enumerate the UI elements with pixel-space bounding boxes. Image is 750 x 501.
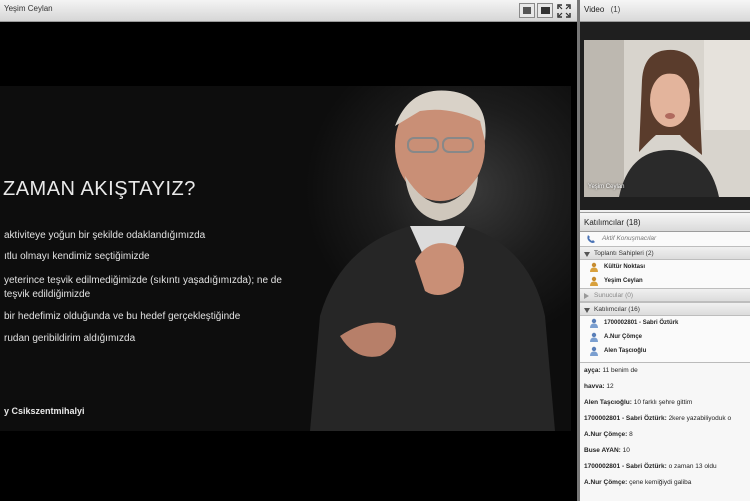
chevron-right-icon xyxy=(584,293,589,299)
participant-name: Alen Taşcıoğlu xyxy=(604,348,647,354)
webcam-feed[interactable] xyxy=(584,40,750,197)
chat-message: 1700002801 - Sabri Öztürk: o zaman 13 ol… xyxy=(580,459,750,475)
chat-sender: A.Nur Çömçe: xyxy=(584,431,628,438)
active-talkers-label: Aktif Konuşmacılar xyxy=(602,235,657,242)
host-item[interactable]: Yeşim Ceylan xyxy=(580,274,750,288)
attendees-title: Katılımcılar xyxy=(584,218,625,227)
presenters-group[interactable]: Sunucular (0) xyxy=(580,288,750,302)
chat-sender: 1700002801 - Sabri Öztürk: xyxy=(584,415,667,422)
chevron-down-icon xyxy=(584,308,590,313)
chat-text: 12 xyxy=(606,383,614,390)
slide-author: y Csikszentmihalyi xyxy=(4,406,85,416)
chat-text: 8 xyxy=(629,431,633,438)
slide-bullet: rudan geribildirim aldığımızda xyxy=(4,333,136,344)
video-count: (1) xyxy=(610,5,621,14)
user-icon xyxy=(590,332,598,342)
share-pane: Yeşim Ceylan ZAMAN AKIŞTAYIZ? aktiviteye… xyxy=(0,0,577,501)
participant-item[interactable]: A.Nur Çömçe xyxy=(580,330,750,344)
video-area: Yeşim Ceylan xyxy=(580,22,750,210)
hosts-group-label: Toplantı Sahipleri (2) xyxy=(594,250,654,257)
participants-group-label: Katılımcılar (16) xyxy=(594,306,640,313)
presenters-group-label: Sunucular (0) xyxy=(594,292,634,299)
speaker-photo xyxy=(300,86,571,431)
host-name: Kültür Noktası xyxy=(604,264,646,270)
hosts-group[interactable]: Toplantı Sahipleri (2) xyxy=(580,246,750,260)
attendees-header: Katılımcılar (18) xyxy=(580,212,750,232)
chat-text: 10 xyxy=(622,447,630,454)
expand-icon[interactable] xyxy=(557,4,571,18)
slide-bullet: teşvik edildiğimizde xyxy=(4,289,91,300)
host-name: Yeşim Ceylan xyxy=(604,278,643,284)
slide-bullet: yeterince teşvik edilmediğimizde (sıkınt… xyxy=(4,275,282,286)
chevron-down-icon xyxy=(584,252,590,257)
chat-sender: A.Nur Çömçe: xyxy=(584,479,628,486)
participant-name: A.Nur Çömçe xyxy=(604,334,643,340)
slide-bullet: ıtlu olmayı kendimiz seçtiğimizde xyxy=(4,251,150,262)
participant-name: 1700002801 - Sabri Öztürk xyxy=(604,320,679,326)
chat-message: 1700002801 - Sabri Öztürk: 2kere yazabil… xyxy=(580,411,750,427)
active-talkers-row: Aktif Konuşmacılar xyxy=(580,232,750,246)
host-item[interactable]: Kültür Noktası xyxy=(580,260,750,274)
chat-message: ayça: 11 benim de xyxy=(580,363,750,379)
share-title: Yeşim Ceylan xyxy=(4,4,53,13)
chat-sender: ayça: xyxy=(584,367,601,374)
participant-item[interactable]: Alen Taşcıoğlu xyxy=(580,344,750,358)
share-pane-header: Yeşim Ceylan xyxy=(0,0,577,22)
chat-message: havva: 12 xyxy=(580,379,750,395)
side-panel: Video (1) Yeşim Ceylan Katılımcılar (18)… xyxy=(577,0,750,501)
host-icon xyxy=(590,262,598,272)
chat-text: 2kere yazabiliyoduk o xyxy=(668,415,732,422)
chat-message: A.Nur Çömçe: 8 xyxy=(580,427,750,443)
attendee-list: Aktif Konuşmacılar Toplantı Sahipleri (2… xyxy=(580,232,750,362)
participants-group[interactable]: Katılımcılar (16) xyxy=(580,302,750,316)
video-name-label: Yeşim Ceylan xyxy=(588,184,625,190)
presentation-slide: ZAMAN AKIŞTAYIZ? aktiviteye yoğun bir şe… xyxy=(0,86,571,431)
fullscreen-icon[interactable] xyxy=(537,3,553,18)
participant-item[interactable]: 1700002801 - Sabri Öztürk xyxy=(580,316,750,330)
phone-icon xyxy=(587,235,595,243)
video-panel-title: Video xyxy=(584,5,605,14)
chat-sender: havva: xyxy=(584,383,605,390)
slide-bullet: bir hedefimiz olduğunda ve bu hedef gerç… xyxy=(4,311,241,322)
meeting-window: Yeşim Ceylan ZAMAN AKIŞTAYIZ? aktiviteye… xyxy=(0,0,750,501)
chat-panel[interactable]: ayça: 11 benim de havva: 12 Alen Taşcıoğ… xyxy=(580,362,750,501)
chat-sender: 1700002801 - Sabri Öztürk: xyxy=(584,463,667,470)
user-icon xyxy=(590,318,598,328)
slide-bullet: aktiviteye yoğun bir şekilde odaklandığı… xyxy=(4,230,206,241)
attendees-count: (18) xyxy=(626,218,641,227)
chat-text: 10 farklı şehre gittim xyxy=(633,399,693,406)
chat-sender: Buse AYAN: xyxy=(584,447,621,454)
host-icon xyxy=(590,276,598,286)
chat-message: A.Nur Çömçe: çene kemiğiydi galiba xyxy=(580,475,750,491)
chat-sender: Alen Taşcıoğlu: xyxy=(584,399,632,406)
user-icon xyxy=(590,346,598,356)
slide-title: ZAMAN AKIŞTAYIZ? xyxy=(3,178,196,200)
chat-text: çene kemiğiydi galiba xyxy=(629,479,692,486)
chat-text: 11 benim de xyxy=(602,367,638,374)
layout-icon[interactable] xyxy=(519,3,535,18)
chat-message: Alen Taşcıoğlu: 10 farklı şehre gittim xyxy=(580,395,750,411)
video-panel-header: Video (1) xyxy=(580,0,750,22)
chat-message: Buse AYAN: 10 xyxy=(580,443,750,459)
chat-text: o zaman 13 oldu xyxy=(668,463,717,470)
